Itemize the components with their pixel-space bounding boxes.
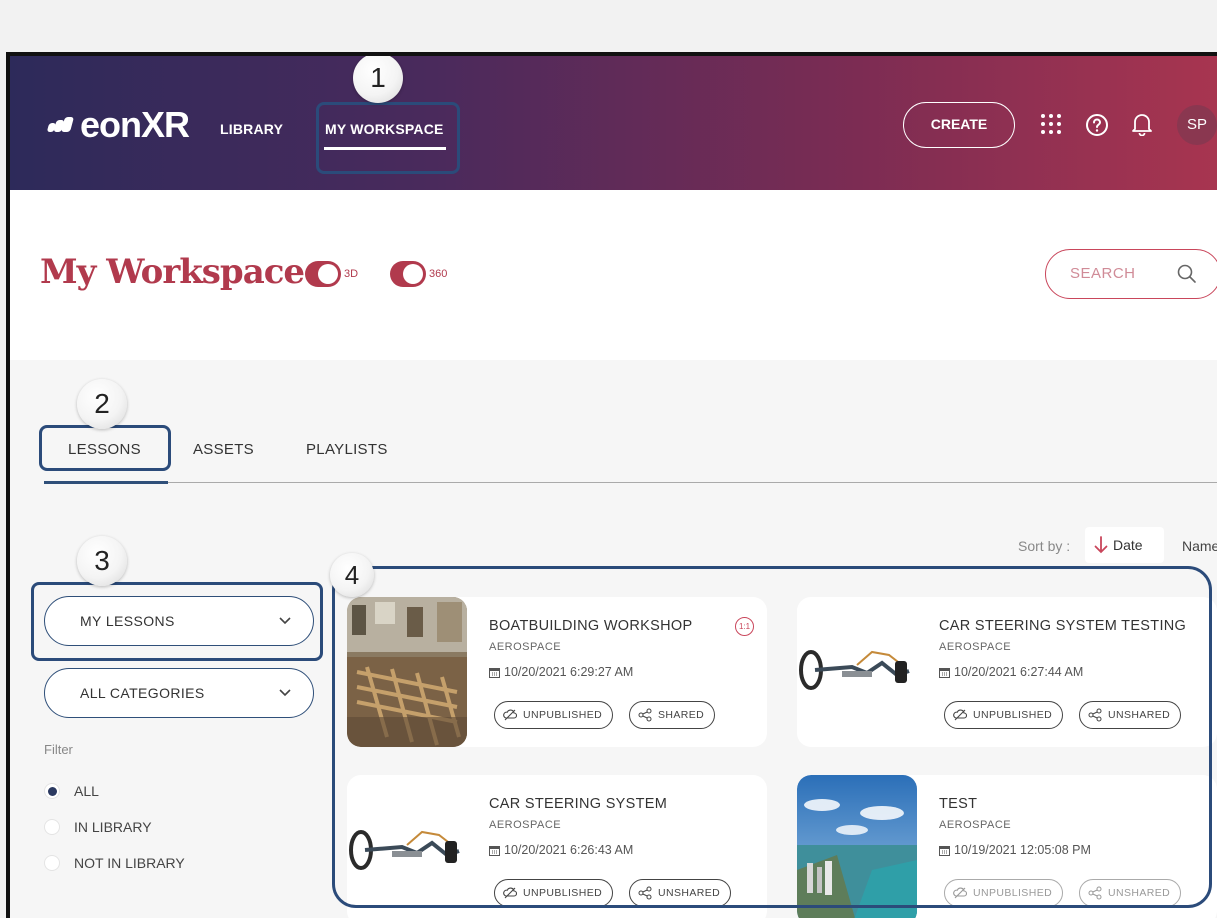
user-avatar[interactable]: SP bbox=[1177, 105, 1217, 145]
tab-active-indicator bbox=[44, 481, 168, 484]
toggle-360-label: 360 bbox=[429, 268, 448, 280]
search-input[interactable]: SEARCH bbox=[1045, 249, 1217, 299]
page-title-band: My Workspace 3D 360 SEARCH bbox=[10, 190, 1217, 360]
categories-select-value: ALL CATEGORIES bbox=[80, 685, 205, 701]
search-placeholder: SEARCH bbox=[1070, 265, 1136, 282]
callout-marker-1: 1 bbox=[353, 56, 403, 103]
categories-select[interactable]: ALL CATEGORIES bbox=[44, 668, 314, 718]
radio-label: NOT IN LIBRARY bbox=[74, 855, 185, 871]
page-title: My Workspace bbox=[40, 252, 305, 292]
radio-label: IN LIBRARY bbox=[74, 819, 152, 835]
sort-down-arrow-icon bbox=[1094, 536, 1108, 554]
highlight-lessons-tab bbox=[39, 425, 171, 471]
highlight-lesson-cards bbox=[332, 566, 1212, 908]
sort-date-label: Date bbox=[1113, 537, 1143, 553]
nav-library[interactable]: LIBRARY bbox=[220, 121, 283, 137]
toggle-3d[interactable] bbox=[305, 261, 341, 287]
tab-assets[interactable]: ASSETS bbox=[193, 441, 254, 458]
eonxr-logo[interactable]: eonXR bbox=[46, 104, 190, 146]
tabs-divider bbox=[44, 482, 1217, 483]
logo-mark-icon bbox=[46, 117, 75, 133]
create-button[interactable]: CREATE bbox=[903, 102, 1015, 148]
search-icon[interactable] bbox=[1176, 263, 1198, 285]
bell-icon[interactable] bbox=[1131, 112, 1153, 136]
radio-label: ALL bbox=[74, 783, 99, 799]
toggle-3d-label: 3D bbox=[344, 268, 359, 280]
logo-text: eonXR bbox=[80, 104, 190, 145]
sort-by-name-button[interactable]: Name bbox=[1182, 538, 1217, 554]
radio-button[interactable] bbox=[44, 855, 60, 871]
callout-marker-2: 2 bbox=[77, 379, 127, 429]
highlight-lessons-select bbox=[31, 582, 323, 661]
filter-title: Filter bbox=[44, 742, 73, 757]
apps-grid-icon[interactable] bbox=[1040, 113, 1062, 135]
callout-marker-3: 3 bbox=[77, 536, 127, 586]
top-navigation-bar: eonXR LIBRARY MY WORKSPACE CREATE SP bbox=[10, 56, 1217, 190]
callout-marker-4: 4 bbox=[330, 553, 374, 597]
tab-playlists[interactable]: PLAYLISTS bbox=[306, 441, 388, 458]
help-icon[interactable] bbox=[1085, 113, 1109, 137]
sort-by-date-button[interactable]: Date bbox=[1085, 527, 1164, 563]
chevron-down-icon bbox=[279, 689, 291, 697]
sort-label: Sort by : bbox=[1018, 538, 1071, 554]
app-window: eonXR LIBRARY MY WORKSPACE CREATE SP My … bbox=[6, 52, 1217, 918]
toggle-360[interactable] bbox=[390, 261, 426, 287]
radio-button[interactable] bbox=[44, 819, 60, 835]
highlight-my-workspace bbox=[316, 102, 460, 174]
radio-button[interactable] bbox=[44, 783, 60, 799]
